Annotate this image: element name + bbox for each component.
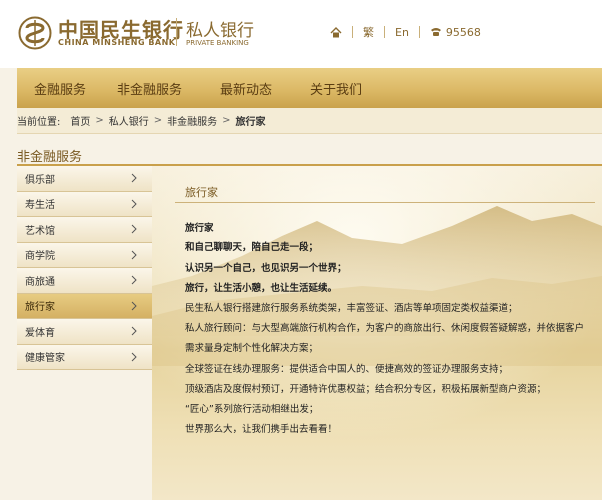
sidebar-item-business-travel[interactable]: 商旅通 (17, 268, 152, 294)
section-title: 非金融服务 (17, 150, 83, 165)
sidebar-item-club[interactable]: 俱乐部 (17, 166, 152, 192)
bank-logo-icon[interactable] (18, 16, 52, 50)
main-nav: 金融服务 非金融服务 最新动态 关于我们 (17, 68, 602, 108)
chevron-right-icon (131, 275, 137, 285)
hotline: 95568 (430, 26, 481, 39)
content-paragraph: 旅行，让生活小憩，也让生活延续。 (185, 283, 338, 294)
phone-icon (430, 28, 441, 36)
content-title-divider (175, 202, 595, 203)
nav-about-us[interactable]: 关于我们 (310, 79, 362, 98)
logo-divider (176, 18, 177, 46)
sidebar-item-health-butler[interactable]: 健康管家 (17, 344, 152, 370)
breadcrumb-current: 旅行家 (235, 117, 266, 128)
private-banking-en: PRIVATE BANKING (186, 39, 249, 47)
nav-non-financial-services[interactable]: 非金融服务 (117, 79, 182, 98)
breadcrumb: 当前位置: 首页 > 私人银行 > 非金融服务 > 旅行家 (17, 108, 602, 134)
sidebar-item-label: 寿生活 (25, 200, 55, 212)
nav-financial-services[interactable]: 金融服务 (34, 79, 86, 98)
private-banking-cn: 私人银行 (186, 21, 254, 41)
sidebar-item-label: 艺术馆 (25, 225, 55, 237)
sidebar-item-label: 商旅通 (25, 276, 55, 288)
tools-divider (418, 26, 420, 38)
sidebar-item-art-gallery[interactable]: 艺术馆 (17, 217, 152, 243)
sidebar-item-label: 旅行家 (25, 302, 55, 314)
traditional-chinese-link[interactable]: 繁 (363, 24, 374, 40)
sidebar-item-label: 健康管家 (25, 353, 65, 365)
content-paragraph: 和自己聊聊天，陪自己走一段； (185, 242, 319, 253)
bank-name-en: CHINA MINSHENG BANK (58, 38, 176, 47)
hotline-number: 95568 (445, 25, 481, 39)
english-link[interactable]: En (395, 26, 409, 39)
header-tools: 繁 En 95568 (330, 24, 481, 40)
tools-divider (352, 26, 353, 38)
content-paragraph: 顶级酒店及度假村预订，开通特许优惠权益；结合积分专区，积极拓展新型商户资源； (185, 384, 547, 395)
content-paragraph: 需求量身定制个性化解决方案； (185, 343, 319, 354)
breadcrumb-separator-icon: > (95, 115, 104, 126)
chevron-right-icon (131, 352, 137, 362)
sidebar-item-label: 俱乐部 (25, 174, 55, 186)
content-paragraph: 民生私人银行搭建旅行服务系统类架，丰富签证、酒店等单项固定类权益渠道； (185, 303, 518, 314)
nav-latest-news[interactable]: 最新动态 (220, 79, 272, 98)
chevron-right-icon (131, 301, 137, 311)
sidebar: 俱乐部 寿生活 艺术馆 商学院 商旅通 旅行家 爱体育 健康管家 (17, 166, 152, 370)
breadcrumb-private-banking[interactable]: 私人银行 (109, 113, 149, 128)
content-paragraph: 世界那么大，让我们携手出去看看！ (185, 424, 338, 435)
sidebar-item-longevity-life[interactable]: 寿生活 (17, 191, 152, 217)
breadcrumb-separator-icon: > (222, 115, 231, 126)
chevron-right-icon (131, 250, 137, 260)
chevron-right-icon (131, 224, 137, 234)
content-panel: 旅行家 旅行家 和自己聊聊天，陪自己走一段； 认识另一个自己，也见识另一个世界；… (152, 166, 602, 500)
chevron-right-icon (131, 199, 137, 209)
breadcrumb-separator-icon: > (153, 115, 163, 126)
breadcrumb-prefix: 当前位置: (17, 117, 61, 128)
breadcrumb-non-financial[interactable]: 非金融服务 (167, 113, 217, 128)
content-paragraph: 私人旅行顾问：与大型高端旅行机构合作，为客户的商旅出行、休闲度假答疑解惑，并依据… (185, 323, 585, 334)
content-title: 旅行家 (185, 186, 218, 199)
sidebar-item-label: 商学院 (25, 251, 55, 263)
chevron-right-icon (131, 326, 137, 336)
sidebar-item-label: 爱体育 (25, 327, 55, 339)
tools-divider (384, 26, 385, 38)
site-header: 中国民生银行 CHINA MINSHENG BANK 私人银行 PRIVATE … (0, 0, 602, 68)
content-heading: 旅行家 (185, 223, 214, 234)
breadcrumb-home[interactable]: 首页 (70, 113, 90, 128)
home-icon[interactable] (330, 26, 342, 38)
content-paragraph: 全球签证在线办理服务：提供适合中国人的、便捷高效的签证办理服务支持； (185, 364, 509, 375)
sidebar-item-business-school[interactable]: 商学院 (17, 242, 152, 268)
sidebar-item-sports[interactable]: 爱体育 (17, 319, 152, 345)
content-paragraph: “匠心”系列旅行活动相继出发； (185, 404, 319, 415)
chevron-right-icon (131, 173, 137, 183)
sidebar-item-traveler[interactable]: 旅行家 (17, 293, 152, 319)
content-paragraph: 认识另一个自己，也见识另一个世界； (185, 263, 347, 274)
